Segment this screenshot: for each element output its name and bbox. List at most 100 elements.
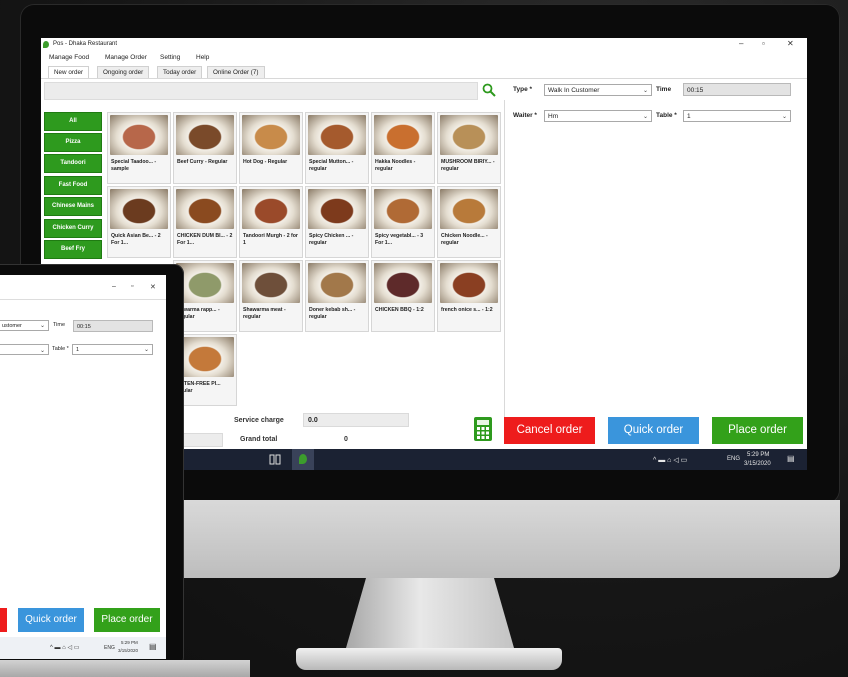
- menu-manage-order[interactable]: Manage Order: [105, 54, 147, 61]
- category-pizza[interactable]: Pizza: [44, 133, 102, 152]
- clock-date[interactable]: 3/15/2020: [118, 648, 138, 653]
- language-indicator[interactable]: ENG: [727, 456, 740, 462]
- type-select[interactable]: ustomer ⌄: [0, 320, 49, 331]
- food-name: Special Taadoo... - sample: [111, 159, 157, 172]
- cancel-order-button[interactable]: [0, 608, 7, 632]
- category-fast-food[interactable]: Fast Food: [44, 176, 102, 195]
- food-card[interactable]: Chicken Noodle... - regular: [437, 186, 501, 258]
- order-form: Type * Walk In Customer ⌄ Time 00:15 Wait…: [511, 82, 807, 132]
- close-button[interactable]: ✕: [787, 39, 794, 48]
- food-name: Special Mutton... - regular: [309, 159, 354, 172]
- food-name: Spicy Chicken ... - regular: [309, 233, 354, 246]
- food-image: [176, 189, 234, 229]
- chevron-down-icon: ⌄: [642, 88, 648, 94]
- title-bar: Pos - Dhaka Restaurant – ▫ ✕: [41, 38, 807, 51]
- waiter-select[interactable]: Hm ⌄: [544, 110, 652, 122]
- food-card[interactable]: CHICKEN DUM BI... - 2 For 1...: [173, 186, 237, 258]
- tab-ongoing-order[interactable]: Ongoing order: [97, 66, 150, 78]
- food-image: [308, 189, 366, 229]
- food-card[interactable]: Special Mutton... - regular: [305, 112, 369, 184]
- chevron-down-icon: ⌄: [642, 114, 648, 120]
- type-value: Walk In Customer: [548, 87, 600, 94]
- food-image: [176, 263, 234, 303]
- food-image: [176, 115, 234, 155]
- food-card[interactable]: Quick Asian Be... - 2 For 1...: [107, 186, 171, 258]
- tab-new-order[interactable]: New order: [48, 66, 90, 78]
- food-name: MUSHROOM BIRIY... - regular: [441, 159, 495, 172]
- food-image: [110, 115, 168, 155]
- table-value: 1: [76, 347, 80, 353]
- food-card[interactable]: Beef Curry - Regular: [173, 112, 237, 184]
- food-name: Quick Asian Be... - 2 For 1...: [111, 233, 161, 246]
- order-tabs: New order Ongoing order Today order Onli…: [41, 65, 807, 79]
- category-all[interactable]: All: [44, 112, 102, 131]
- clock-date[interactable]: 3/15/2020: [744, 461, 771, 467]
- food-name: Tandoori Murgh - 2 for 1: [243, 233, 298, 246]
- menu-setting[interactable]: Setting: [160, 54, 180, 61]
- food-card[interactable]: Hot Dog - Regular: [239, 112, 303, 184]
- waiter-value: Hm: [548, 113, 559, 120]
- search-icon[interactable]: [482, 83, 496, 97]
- quick-order-button[interactable]: Quick order: [608, 417, 699, 444]
- food-card[interactable]: CHICKEN BBQ - 1:2: [371, 260, 435, 332]
- category-chicken-curry[interactable]: Chicken Curry: [44, 219, 102, 238]
- time-input[interactable]: 00:15: [683, 83, 791, 96]
- type-value: ustomer: [2, 323, 22, 329]
- food-card[interactable]: Doner kebab sh... - regular: [305, 260, 369, 332]
- food-image: [242, 115, 300, 155]
- tab-online-order[interactable]: Online Order (7): [207, 66, 265, 78]
- table-select[interactable]: 1 ⌄: [683, 110, 791, 122]
- menu-help[interactable]: Help: [196, 54, 209, 61]
- task-view-icon[interactable]: [269, 454, 281, 465]
- calculator-icon[interactable]: [473, 416, 493, 442]
- close-button[interactable]: ✕: [150, 283, 156, 291]
- category-tandoori[interactable]: Tandoori: [44, 154, 102, 173]
- clock-time[interactable]: 5:29 PM: [121, 640, 138, 645]
- menu-manage-food[interactable]: Manage Food: [49, 54, 89, 61]
- maximize-button[interactable]: ▫: [762, 39, 765, 48]
- food-name: french onice s... - 1:2: [441, 307, 493, 313]
- food-image: [440, 115, 498, 155]
- food-name: Hakka Noodles - regular: [375, 159, 416, 172]
- cancel-order-button[interactable]: Cancel order: [504, 417, 595, 444]
- system-tray-icons[interactable]: ^ ▬ ⌂ ◁ ▭: [653, 456, 687, 464]
- clock-time[interactable]: 5:29 PM: [747, 452, 769, 458]
- food-card[interactable]: french onice s... - 1:2: [437, 260, 501, 332]
- taskbar-pos-app[interactable]: [292, 449, 314, 470]
- food-card[interactable]: Special Taadoo... - sample: [107, 112, 171, 184]
- minimize-button[interactable]: –: [112, 283, 116, 290]
- food-image: [176, 337, 234, 377]
- food-name: Beef Curry - Regular: [177, 159, 228, 165]
- chevron-down-icon: ⌄: [39, 323, 45, 329]
- food-image: [374, 263, 432, 303]
- food-card[interactable]: MUSHROOM BIRIY... - regular: [437, 112, 501, 184]
- food-card[interactable]: Shawarma meat - regular: [239, 260, 303, 332]
- type-select[interactable]: Walk In Customer ⌄: [544, 84, 652, 96]
- system-tray-icons[interactable]: ^ ▬ ⌂ ◁ ▭: [50, 644, 79, 651]
- monitor-base: [296, 648, 562, 670]
- language-indicator[interactable]: ENG: [104, 645, 115, 651]
- app-logo-icon: [299, 454, 307, 464]
- minimize-button[interactable]: –: [739, 39, 743, 48]
- tab-today-order[interactable]: Today order: [157, 66, 203, 78]
- maximize-button[interactable]: ▫: [131, 283, 133, 290]
- place-order-button[interactable]: Place order: [94, 608, 160, 632]
- quick-order-button[interactable]: Quick order: [18, 608, 84, 632]
- time-label: Time: [656, 86, 672, 93]
- place-order-button[interactable]: Place order: [712, 417, 803, 444]
- notification-icon[interactable]: ▤: [149, 642, 157, 651]
- food-card[interactable]: Hakka Noodles - regular: [371, 112, 435, 184]
- food-name: hawarma rapp... - regular: [177, 307, 220, 320]
- table-select[interactable]: 1 ⌄: [72, 344, 153, 355]
- food-card[interactable]: Tandoori Murgh - 2 for 1: [239, 186, 303, 258]
- category-chinese-mains[interactable]: Chinese Mains: [44, 197, 102, 216]
- category-beef-fry[interactable]: Beef Fry: [44, 240, 102, 259]
- search-input[interactable]: [44, 82, 478, 100]
- food-name: CHICKEN DUM BI... - 2 For 1...: [177, 233, 233, 246]
- food-card[interactable]: Spicy Chicken ... - regular: [305, 186, 369, 258]
- food-card[interactable]: Spicy vegetabl... - 3 For 1...: [371, 186, 435, 258]
- waiter-select[interactable]: ⌄: [0, 344, 49, 355]
- chevron-down-icon: ⌄: [143, 347, 149, 353]
- notification-icon[interactable]: ▤: [787, 454, 795, 463]
- time-input[interactable]: 00:15: [73, 320, 153, 332]
